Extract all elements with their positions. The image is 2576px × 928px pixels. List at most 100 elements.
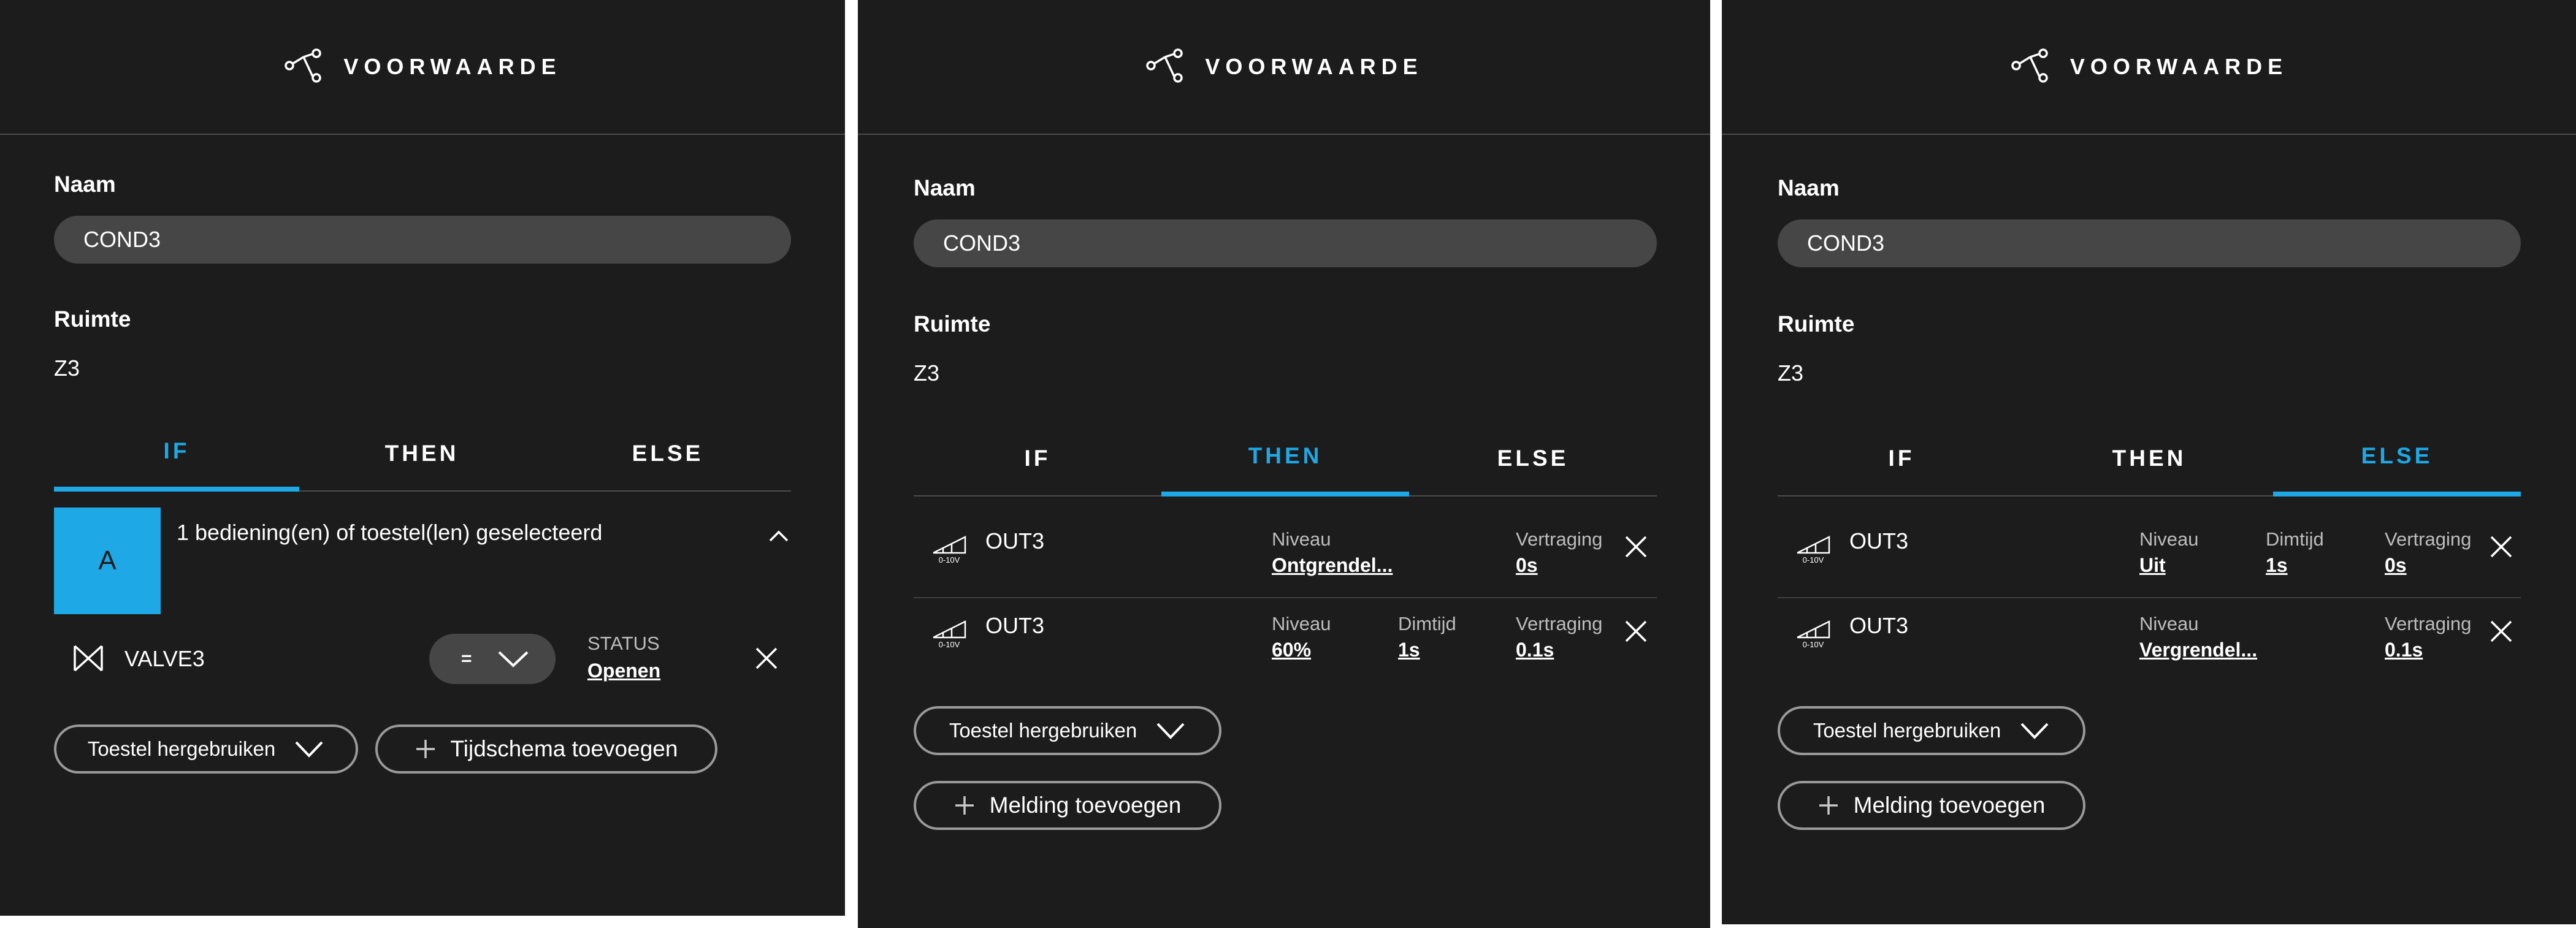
condition-tabs: IF THEN ELSE [914,420,1657,496]
condition-panel-else: VOORWAARDE Naam COND3 Ruimte Z3 IF THEN … [1722,0,2576,924]
condition-tabs: IF THEN ELSE [1778,420,2521,496]
chevron-down-icon [294,740,324,758]
action-device-name: OUT3 [985,613,1045,638]
delay-value[interactable]: 0.1s [1516,639,1554,661]
remove-action-button[interactable] [1624,534,1648,559]
tab-if[interactable]: IF [914,420,1161,496]
share-nodes-icon [2010,46,2070,88]
icon-caption: 0-10V [939,555,960,565]
level-value[interactable]: 60% [1272,639,1311,661]
delay-label: Vertraging [2385,613,2472,634]
dim-time-value[interactable]: 1s [2266,554,2288,577]
delay-label: Vertraging [1516,528,1603,550]
remove-action-button[interactable] [1624,619,1648,644]
add-notification-button[interactable]: Melding toevoegen [914,781,1221,830]
icon-caption: 0-10V [1803,640,1824,649]
remove-action-button[interactable] [2489,619,2513,644]
status-value[interactable]: Openen [587,660,660,682]
level-label: Niveau [2139,613,2199,634]
chevron-down-icon [2019,721,2050,740]
plus-icon [1818,795,1839,816]
avatar-letter: A [98,546,117,576]
chevron-up-icon[interactable] [766,528,791,543]
action-row: 0-10V OUT3 Niveau Uit Dimtijd 1s Vertrag… [1778,514,2521,598]
tab-else[interactable]: ELSE [545,416,791,492]
panel-title: VOORWAARDE [1205,54,1423,79]
tab-then[interactable]: THEN [299,416,545,492]
add-schedule-label: Tijdschema toevoegen [450,736,678,761]
remove-device-button[interactable] [754,646,779,671]
reuse-device-label: Toestel hergebruiken [1813,719,2001,742]
panel-header: VOORWAARDE [0,0,845,135]
action-row: 0-10V OUT3 Niveau Ontgrendel... Vertragi… [914,514,1657,598]
action-row: 0-10V OUT3 Niveau 60% Dimtijd 1s Vertrag… [914,598,1657,683]
tab-if[interactable]: IF [54,416,299,492]
operator-value: = [461,648,472,669]
add-notification-label: Melding toevoegen [1853,793,2046,818]
reuse-device-label: Toestel hergebruiken [949,719,1137,742]
dimmer-0-10v-icon: 0-10V [1795,534,1832,568]
room-value: Z3 [1778,360,1804,386]
level-value[interactable]: Uit [2139,554,2166,577]
room-label: Ruimte [1778,311,1855,337]
plus-icon [415,739,436,759]
operator-select[interactable]: = [429,634,556,684]
delay-label: Vertraging [2385,528,2472,550]
name-label: Naam [54,172,116,197]
dimmer-0-10v-icon: 0-10V [931,619,968,653]
condition-panel-then: VOORWAARDE Naam COND3 Ruimte Z3 IF THEN … [858,0,1710,928]
selection-summary: 1 bediening(en) of toestel(len) geselect… [177,520,603,545]
action-device-name: OUT3 [985,528,1045,553]
name-input[interactable]: COND3 [1778,219,2521,267]
delay-label: Vertraging [1516,613,1603,634]
panel-header: VOORWAARDE [1722,0,2576,135]
level-label: Niveau [1272,528,1331,550]
tab-else[interactable]: ELSE [2273,420,2521,496]
room-label: Ruimte [54,306,131,332]
share-nodes-icon [283,46,343,88]
device-row: VALVE3 = STATUS Openen [54,625,791,693]
plus-icon [954,795,975,816]
condition-tabs: IF THEN ELSE [54,416,791,492]
icon-caption: 0-10V [1803,555,1824,565]
room-value: Z3 [54,356,80,381]
action-device-name: OUT3 [1849,528,1909,553]
tab-then[interactable]: THEN [1161,420,1409,496]
reuse-device-button[interactable]: Toestel hergebruiken [1778,706,2085,755]
dim-time-value[interactable]: 1s [1398,639,1420,661]
dimmer-0-10v-icon: 0-10V [931,534,968,568]
name-input[interactable]: COND3 [914,219,1657,267]
tab-then[interactable]: THEN [2025,420,2273,496]
level-value[interactable]: Vergrendel... [2139,639,2257,661]
tab-else[interactable]: ELSE [1409,420,1657,496]
room-label: Ruimte [914,311,991,337]
action-row: 0-10V OUT3 Niveau Vergrendel... Vertragi… [1778,598,2521,683]
chevron-down-icon [497,650,530,668]
icon-caption: 0-10V [939,640,960,649]
add-notification-label: Melding toevoegen [989,793,1182,818]
reuse-device-button[interactable]: Toestel hergebruiken [54,725,358,774]
valve-icon [72,644,104,673]
level-value[interactable]: Ontgrendel... [1272,554,1393,577]
add-notification-button[interactable]: Melding toevoegen [1778,781,2085,830]
selection-avatar: A [54,508,161,614]
add-schedule-button[interactable]: Tijdschema toevoegen [375,725,717,774]
room-value: Z3 [914,360,940,386]
level-label: Niveau [1272,613,1331,634]
dim-time-label: Dimtijd [1398,613,1456,634]
delay-value[interactable]: 0s [2385,554,2407,577]
reuse-device-button[interactable]: Toestel hergebruiken [914,706,1221,755]
level-label: Niveau [2139,528,2199,550]
share-nodes-icon [1145,46,1205,88]
delay-value[interactable]: 0s [1516,554,1538,577]
remove-action-button[interactable] [2489,534,2513,559]
name-input[interactable]: COND3 [54,216,791,264]
chevron-down-icon [1155,721,1186,740]
panel-title: VOORWAARDE [2070,54,2288,79]
name-label: Naam [914,175,976,200]
delay-value[interactable]: 0.1s [2385,639,2423,661]
name-label: Naam [1778,175,1840,200]
tab-if[interactable]: IF [1778,420,2025,496]
dimmer-0-10v-icon: 0-10V [1795,619,1832,653]
reuse-device-label: Toestel hergebruiken [87,737,276,760]
